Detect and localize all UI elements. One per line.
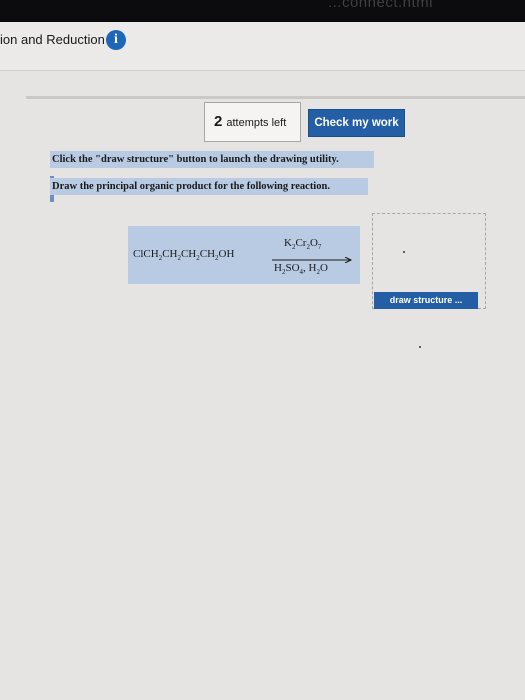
attempts-left-badge: 2 attempts left — [204, 102, 301, 142]
divider — [26, 96, 525, 99]
reactant-formula: ClCH2CH2CH2CH2OH — [133, 248, 235, 263]
draw-structure-button[interactable]: draw structure ... — [374, 292, 478, 309]
attempts-count: 2 — [214, 113, 223, 130]
decorative-dot — [419, 346, 421, 348]
instruction-draw-product: Draw the principal organic product for t… — [50, 178, 368, 195]
attempts-label: attempts left — [226, 117, 287, 129]
instruction-launch-utility: Click the "draw structure" button to lau… — [50, 151, 374, 168]
browser-url-fragment: ...connect.html — [327, 0, 433, 11]
check-my-work-button[interactable]: Check my work — [308, 109, 405, 137]
reagent-conditions: H2SO4, H2O — [274, 262, 328, 277]
decorative-dot — [403, 251, 405, 253]
reaction-scheme: ClCH2CH2CH2CH2OH K2Cr2O7 H2SO4, H2O — [128, 226, 360, 284]
page-title: ion and Reduction — [0, 32, 105, 47]
browser-top-bar: ...connect.html — [0, 0, 525, 22]
page-header: ion and Reduction i — [0, 22, 525, 71]
info-icon[interactable]: i — [106, 30, 126, 50]
reagent-oxidant: K2Cr2O7 — [284, 237, 322, 252]
